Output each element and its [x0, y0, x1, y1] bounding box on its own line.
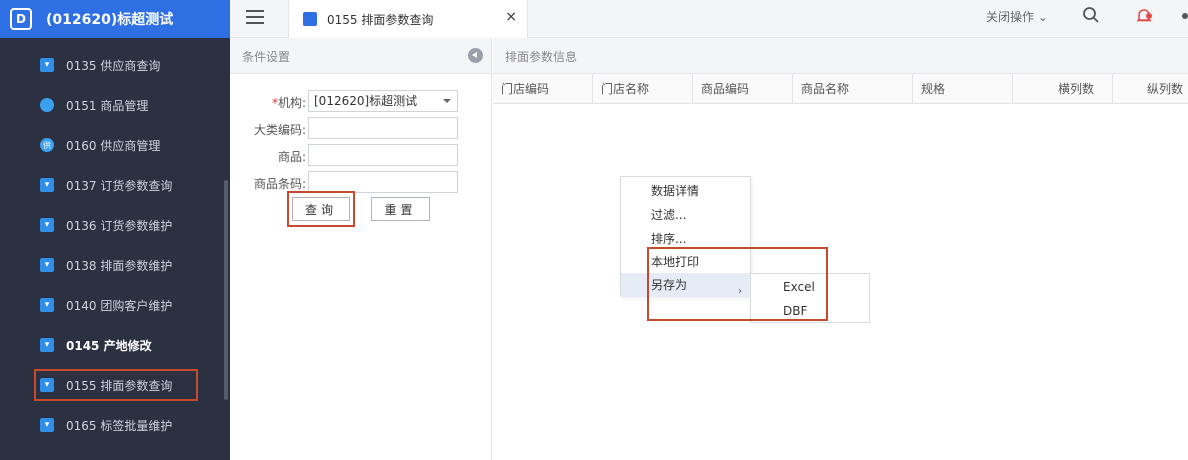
grid-header: 门店编码 门店名称 商品编码 商品名称 规格 横列数 纵列数: [493, 74, 1188, 104]
tab-label: 0155 排面参数查询: [327, 12, 434, 27]
sidebar-item-label: 0136 订货参数维护: [66, 218, 173, 233]
sidebar-item-0135[interactable]: ▾ 0135 供应商查询: [0, 45, 230, 85]
sidebar-item-label: 0165 标签批量维护: [66, 418, 173, 433]
supplier-icon: 供: [40, 138, 54, 152]
sidebar-item-label: 0138 排面参数维护: [66, 258, 173, 273]
sidebar-item-0155[interactable]: ▾ 0155 排面参数查询: [0, 365, 230, 405]
logo-icon: D: [10, 8, 32, 30]
category-row: 大类编码:: [230, 117, 492, 139]
cart-icon: ▾: [40, 418, 54, 432]
result-panel-title: 排面参数信息: [505, 50, 578, 64]
collapse-icon[interactable]: [468, 48, 483, 63]
goods-label: 商品:: [277, 150, 306, 164]
sidebar-item-label: 0135 供应商查询: [66, 58, 161, 73]
barcode-input[interactable]: [308, 171, 458, 193]
sidebar: D (012620)标超测试 ▾ 0135 供应商查询 0151 商品管理 供 …: [0, 0, 230, 460]
cart-icon: ▾: [40, 218, 54, 232]
sidebar-item-label: 0137 订货参数查询: [66, 178, 173, 193]
app-header: D (012620)标超测试: [0, 0, 230, 38]
search-icon[interactable]: [1082, 6, 1100, 24]
sidebar-item-label: 0160 供应商管理: [66, 138, 161, 153]
sidebar-item-label: 0145 产地修改: [66, 338, 152, 353]
database-icon: [40, 98, 54, 112]
sidebar-item-label: 0151 商品管理: [66, 98, 149, 113]
result-panel: 排面参数信息 门店编码 门店名称 商品编码 商品名称 规格 横列数 纵列数: [493, 38, 1188, 460]
cart-icon: ▾: [40, 258, 54, 272]
highlight-box: [647, 247, 828, 321]
close-operations-dropdown[interactable]: 关闭操作 ⌄: [986, 8, 1048, 25]
chevron-down-icon: [443, 99, 451, 103]
org-select-value: [012620]标超测试: [314, 94, 418, 108]
highlight-box: [34, 369, 198, 401]
column-header[interactable]: 纵列数: [1113, 74, 1188, 104]
reset-button[interactable]: 重置: [371, 197, 430, 221]
result-panel-header: 排面参数信息: [493, 38, 1188, 74]
sidebar-item-0160[interactable]: 供 0160 供应商管理: [0, 125, 230, 165]
org-row: *机构: [012620]标超测试: [230, 90, 492, 112]
cart-icon: [303, 12, 317, 26]
goods-row: 商品:: [230, 144, 492, 166]
sidebar-scrollbar[interactable]: [224, 180, 228, 400]
column-header[interactable]: 横列数: [1013, 74, 1113, 104]
sidebar-item-label: 0140 团购客户维护: [66, 298, 173, 313]
sidebar-item-0145[interactable]: ▾ 0145 产地修改: [0, 325, 230, 365]
org-select[interactable]: [012620]标超测试: [308, 90, 458, 112]
column-header[interactable]: 商品名称: [793, 74, 913, 104]
cart-icon: ▾: [40, 298, 54, 312]
sidebar-item-0165[interactable]: ▾ 0165 标签批量维护: [0, 405, 230, 445]
highlight-box: [287, 191, 355, 227]
app-title: (012620)标超测试: [46, 12, 174, 28]
condition-panel: 条件设置 *机构: [012620]标超测试 大类编码: 商品: 商品条码: 查…: [230, 38, 492, 460]
sidebar-item-0151[interactable]: 0151 商品管理: [0, 85, 230, 125]
menu-toggle-icon[interactable]: [246, 10, 264, 24]
column-header[interactable]: 商品编码: [693, 74, 793, 104]
tab-0155[interactable]: 0155 排面参数查询 ×: [288, 0, 528, 38]
menu-item-filter[interactable]: 过滤...: [621, 203, 750, 227]
category-label: 大类编码:: [253, 123, 306, 137]
close-icon[interactable]: ×: [505, 9, 517, 25]
goods-input[interactable]: [308, 144, 458, 166]
bell-icon[interactable]: [1134, 6, 1154, 26]
barcode-row: 商品条码:: [230, 171, 492, 193]
condition-panel-title: 条件设置: [242, 50, 291, 64]
user-icon[interactable]: [1180, 8, 1188, 24]
cart-icon: ▾: [40, 178, 54, 192]
cart-icon: ▾: [40, 58, 54, 72]
cart-icon: ▾: [40, 338, 54, 352]
sidebar-item-0138[interactable]: ▾ 0138 排面参数维护: [0, 245, 230, 285]
sidebar-item-0137[interactable]: ▾ 0137 订货参数查询: [0, 165, 230, 205]
top-bar: 0155 排面参数查询 × 关闭操作 ⌄: [230, 0, 1188, 38]
sidebar-menu: ▾ 0135 供应商查询 0151 商品管理 供 0160 供应商管理 ▾ 01…: [0, 45, 230, 445]
column-header[interactable]: 门店名称: [593, 74, 693, 104]
barcode-label: 商品条码:: [253, 177, 306, 191]
org-label: *机构:: [271, 96, 306, 110]
column-header[interactable]: 规格: [913, 74, 1013, 104]
sidebar-item-0136[interactable]: ▾ 0136 订货参数维护: [0, 205, 230, 245]
sidebar-item-0140[interactable]: ▾ 0140 团购客户维护: [0, 285, 230, 325]
column-header[interactable]: 门店编码: [493, 74, 593, 104]
menu-item-data-detail[interactable]: 数据详情: [621, 179, 750, 203]
category-code-input[interactable]: [308, 117, 458, 139]
condition-panel-header: 条件设置: [230, 38, 491, 74]
